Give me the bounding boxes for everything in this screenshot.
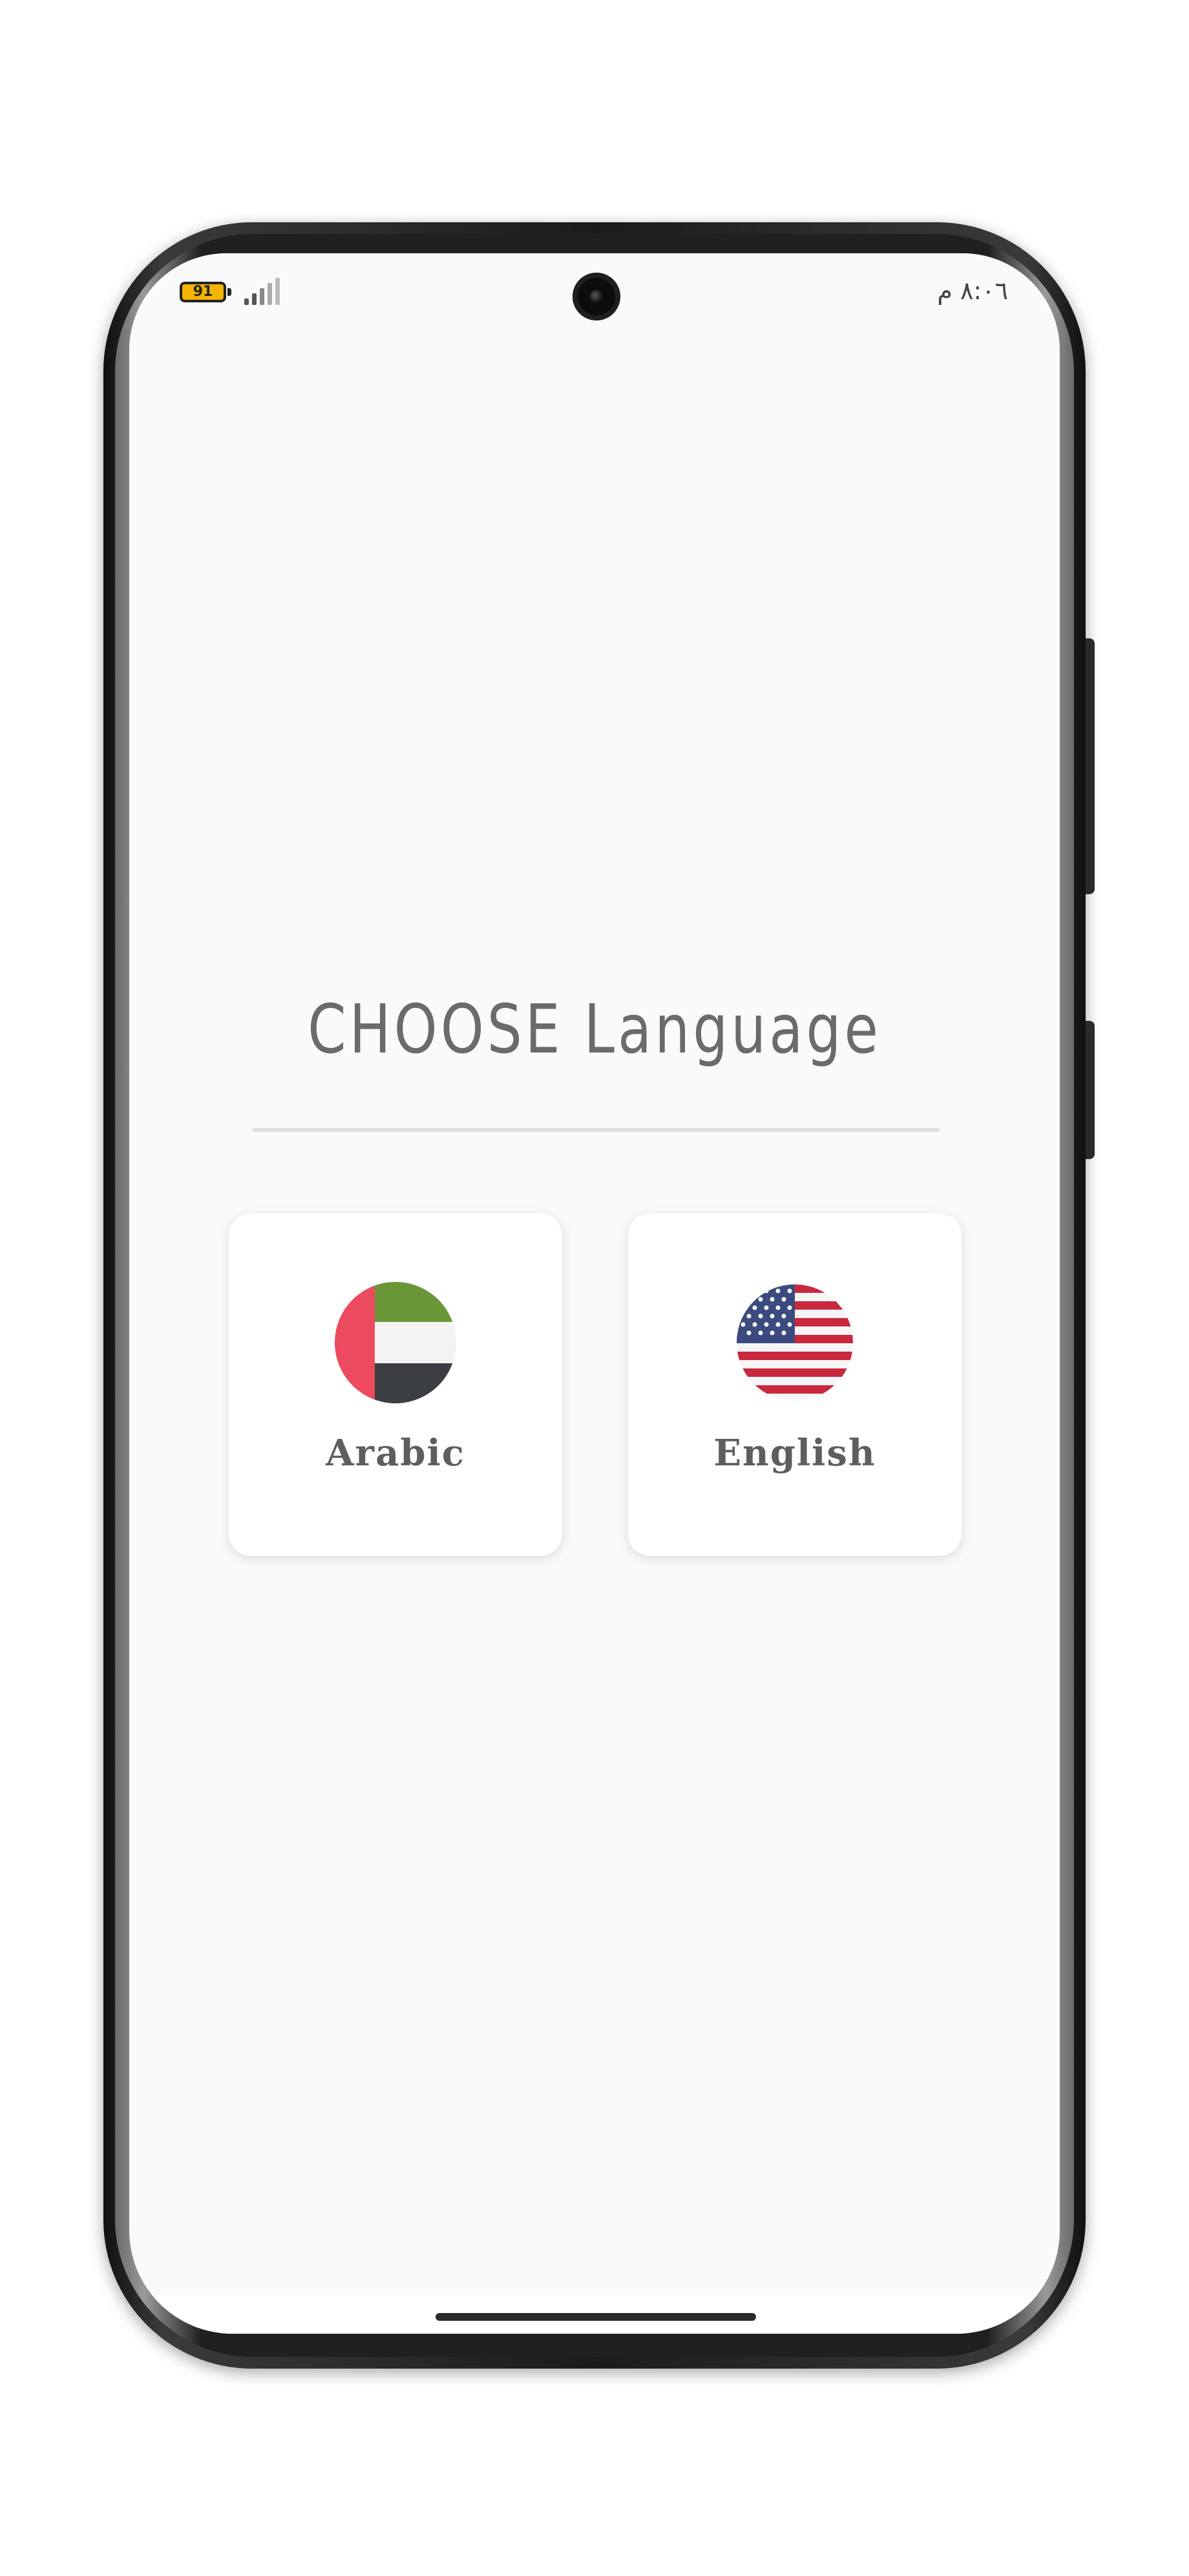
camera-lens: [590, 290, 603, 303]
language-option-arabic[interactable]: Arabic: [229, 1213, 562, 1556]
battery-icon: 91: [180, 282, 226, 302]
bottom-strip: [129, 2295, 1060, 2334]
front-camera: [573, 273, 620, 320]
title-divider: [252, 1128, 940, 1132]
home-indicator[interactable]: [436, 2313, 756, 2321]
language-label-english: English: [713, 1432, 876, 1474]
language-option-english[interactable]: English: [628, 1213, 962, 1556]
battery-tip: [227, 288, 231, 296]
uae-flag-icon: [335, 1282, 456, 1403]
page-title: CHOOSE Language: [308, 990, 881, 1069]
usa-flag-icon: [734, 1282, 856, 1403]
battery-level: 91: [193, 284, 213, 300]
signal-bars-icon: [244, 278, 286, 305]
volume-button: [1086, 638, 1095, 894]
status-bar: 91 ٨:٠٦ م: [129, 253, 1060, 337]
app-screen: 91 ٨:٠٦ م CHOOSE Language Arabic English: [129, 253, 1060, 2334]
power-button: [1086, 1021, 1095, 1159]
status-clock: ٨:٠٦ م: [937, 277, 1008, 305]
language-label-arabic: Arabic: [326, 1432, 465, 1474]
